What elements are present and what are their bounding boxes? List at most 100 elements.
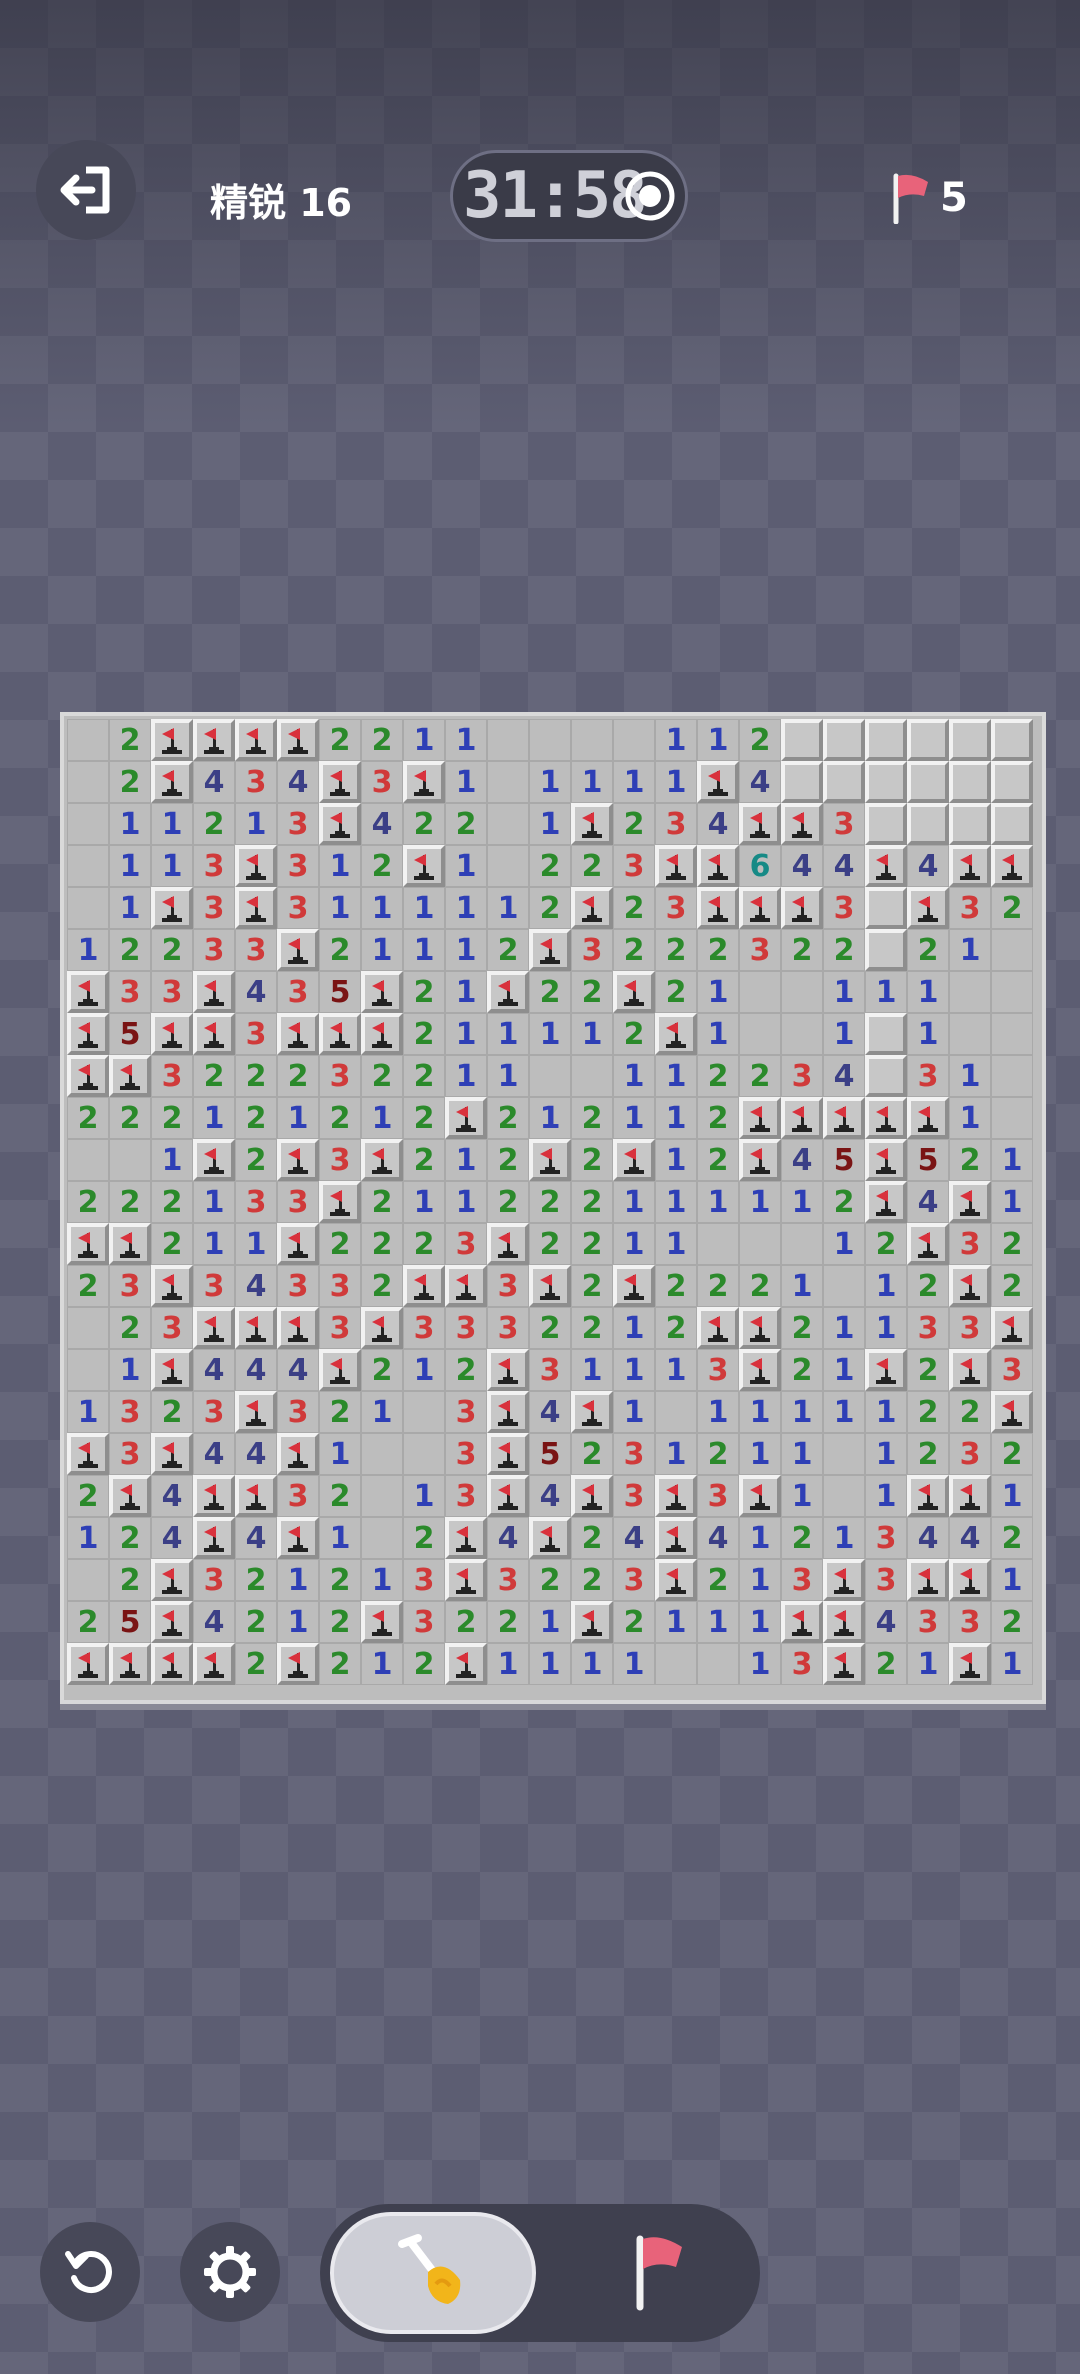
number-cell[interactable]: 2 — [235, 1055, 277, 1097]
number-cell[interactable]: 3 — [445, 1475, 487, 1517]
number-cell[interactable]: 4 — [235, 1433, 277, 1475]
number-cell[interactable]: 2 — [403, 1139, 445, 1181]
number-cell[interactable]: 3 — [361, 761, 403, 803]
number-cell[interactable]: 2 — [319, 929, 361, 971]
number-cell[interactable]: 1 — [445, 719, 487, 761]
number-cell[interactable]: 2 — [613, 1013, 655, 1055]
empty-cell[interactable] — [529, 719, 571, 761]
empty-cell[interactable] — [67, 845, 109, 887]
number-cell[interactable]: 2 — [487, 1601, 529, 1643]
number-cell[interactable]: 3 — [319, 1055, 361, 1097]
number-cell[interactable]: 2 — [403, 1517, 445, 1559]
empty-cell[interactable] — [403, 1391, 445, 1433]
empty-cell[interactable] — [67, 803, 109, 845]
number-cell[interactable]: 2 — [361, 1223, 403, 1265]
number-cell[interactable]: 1 — [445, 971, 487, 1013]
number-cell[interactable]: 3 — [655, 803, 697, 845]
number-cell[interactable]: 4 — [907, 845, 949, 887]
number-cell[interactable]: 3 — [571, 929, 613, 971]
number-cell[interactable]: 2 — [319, 719, 361, 761]
number-cell[interactable]: 1 — [361, 1391, 403, 1433]
number-cell[interactable]: 2 — [529, 845, 571, 887]
number-cell[interactable]: 1 — [823, 1223, 865, 1265]
number-cell[interactable]: 3 — [445, 1307, 487, 1349]
number-cell[interactable]: 3 — [865, 1559, 907, 1601]
number-cell[interactable]: 2 — [109, 1097, 151, 1139]
flagged-cell[interactable] — [151, 887, 193, 929]
flagged-cell[interactable] — [613, 1265, 655, 1307]
number-cell[interactable]: 3 — [487, 1307, 529, 1349]
number-cell[interactable]: 2 — [109, 1517, 151, 1559]
flagged-cell[interactable] — [193, 719, 235, 761]
flagged-cell[interactable] — [529, 1517, 571, 1559]
number-cell[interactable]: 1 — [949, 929, 991, 971]
number-cell[interactable]: 3 — [781, 1643, 823, 1685]
number-cell[interactable]: 1 — [445, 929, 487, 971]
flagged-cell[interactable] — [865, 1097, 907, 1139]
number-cell[interactable]: 2 — [445, 803, 487, 845]
number-cell[interactable]: 4 — [529, 1391, 571, 1433]
number-cell[interactable]: 3 — [277, 971, 319, 1013]
record-icon[interactable] — [622, 168, 678, 224]
number-cell[interactable]: 3 — [235, 1013, 277, 1055]
flagged-cell[interactable] — [319, 761, 361, 803]
number-cell[interactable]: 3 — [865, 1517, 907, 1559]
empty-cell[interactable] — [571, 719, 613, 761]
flagged-cell[interactable] — [277, 929, 319, 971]
number-cell[interactable]: 3 — [109, 971, 151, 1013]
flagged-cell[interactable] — [67, 1223, 109, 1265]
flagged-cell[interactable] — [823, 1559, 865, 1601]
number-cell[interactable]: 2 — [361, 719, 403, 761]
empty-cell[interactable] — [487, 845, 529, 887]
flagged-cell[interactable] — [529, 1265, 571, 1307]
number-cell[interactable]: 3 — [907, 1055, 949, 1097]
number-cell[interactable]: 1 — [991, 1559, 1033, 1601]
number-cell[interactable]: 2 — [655, 929, 697, 971]
number-cell[interactable]: 1 — [907, 1643, 949, 1685]
number-cell[interactable]: 1 — [403, 1181, 445, 1223]
number-cell[interactable]: 3 — [277, 1391, 319, 1433]
number-cell[interactable]: 2 — [571, 1139, 613, 1181]
number-cell[interactable]: 2 — [781, 1349, 823, 1391]
number-cell[interactable]: 2 — [991, 1517, 1033, 1559]
flagged-cell[interactable] — [361, 1601, 403, 1643]
number-cell[interactable]: 3 — [613, 1475, 655, 1517]
number-cell[interactable]: 1 — [739, 1391, 781, 1433]
flagged-cell[interactable] — [361, 971, 403, 1013]
number-cell[interactable]: 2 — [193, 803, 235, 845]
number-cell[interactable]: 2 — [319, 1391, 361, 1433]
number-cell[interactable]: 4 — [193, 1433, 235, 1475]
number-cell[interactable]: 4 — [949, 1517, 991, 1559]
number-cell[interactable]: 1 — [613, 1307, 655, 1349]
flagged-cell[interactable] — [193, 971, 235, 1013]
number-cell[interactable]: 4 — [823, 1055, 865, 1097]
number-cell[interactable]: 1 — [529, 1013, 571, 1055]
empty-cell[interactable] — [991, 1013, 1033, 1055]
number-cell[interactable]: 1 — [319, 1517, 361, 1559]
number-cell[interactable]: 2 — [361, 1349, 403, 1391]
number-cell[interactable]: 3 — [487, 1559, 529, 1601]
flagged-cell[interactable] — [571, 1391, 613, 1433]
number-cell[interactable]: 2 — [697, 1139, 739, 1181]
flagged-cell[interactable] — [865, 1349, 907, 1391]
number-cell[interactable]: 2 — [571, 1181, 613, 1223]
number-cell[interactable]: 2 — [571, 1223, 613, 1265]
number-cell[interactable]: 2 — [109, 1307, 151, 1349]
number-cell[interactable]: 5 — [109, 1601, 151, 1643]
number-cell[interactable]: 2 — [445, 1601, 487, 1643]
number-cell[interactable]: 3 — [151, 1055, 193, 1097]
flagged-cell[interactable] — [739, 1097, 781, 1139]
hidden-cell[interactable] — [907, 803, 949, 845]
number-cell[interactable]: 4 — [697, 1517, 739, 1559]
number-cell[interactable]: 2 — [613, 1601, 655, 1643]
number-cell[interactable]: 4 — [907, 1181, 949, 1223]
number-cell[interactable]: 2 — [949, 1391, 991, 1433]
hidden-cell[interactable] — [865, 929, 907, 971]
number-cell[interactable]: 1 — [697, 1391, 739, 1433]
number-cell[interactable]: 3 — [781, 1559, 823, 1601]
number-cell[interactable]: 3 — [445, 1391, 487, 1433]
number-cell[interactable]: 3 — [613, 1433, 655, 1475]
number-cell[interactable]: 3 — [613, 1559, 655, 1601]
flagged-cell[interactable] — [151, 1559, 193, 1601]
number-cell[interactable]: 1 — [109, 845, 151, 887]
